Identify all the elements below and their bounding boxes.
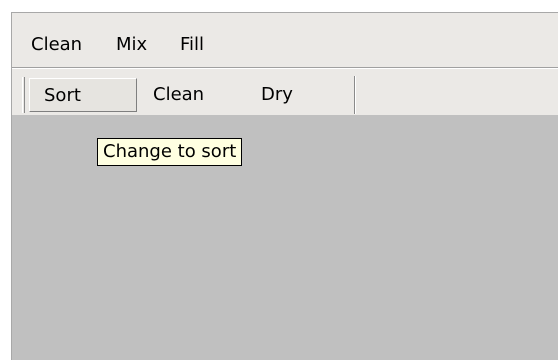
application-window: Clean Mix Fill Sort Clean Dry Change to …: [11, 12, 558, 360]
toolbar-separator: [354, 76, 356, 114]
sort-button[interactable]: Sort: [29, 78, 137, 112]
menu-bar: Clean Mix Fill: [12, 13, 558, 68]
menu-fill[interactable]: Fill: [180, 34, 204, 56]
content-area: [12, 115, 558, 361]
menu-clean[interactable]: Clean: [31, 34, 82, 56]
clean-button[interactable]: Clean: [153, 78, 204, 112]
menu-mix[interactable]: Mix: [116, 34, 147, 56]
toolbar-grip-handle[interactable]: [22, 77, 25, 113]
dry-button[interactable]: Dry: [261, 78, 293, 112]
